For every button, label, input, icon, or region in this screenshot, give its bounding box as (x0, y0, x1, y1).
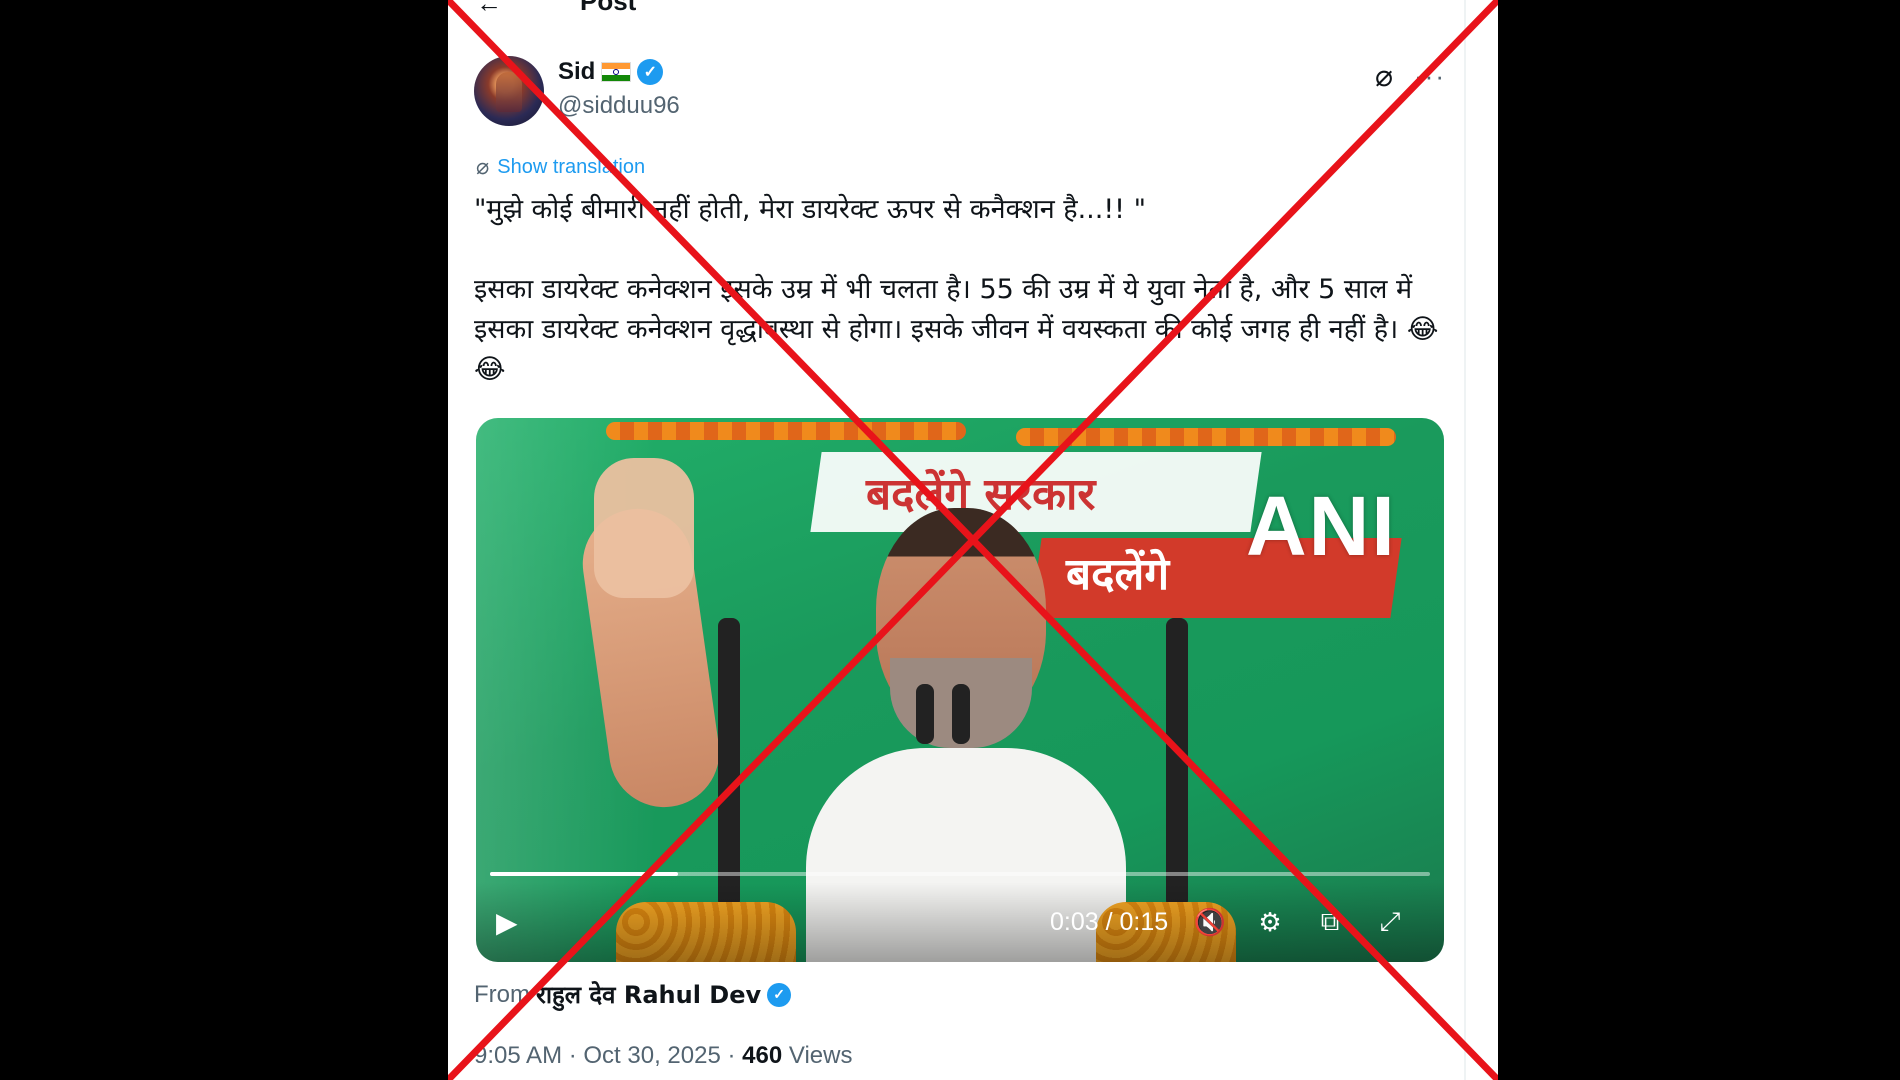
from-label: From (474, 980, 530, 1008)
video-player[interactable]: बदलेंगे सरकार बदलेंगे ANI ▶ 0:03 / 0:15 … (476, 418, 1444, 962)
mic-stand-left (718, 618, 740, 908)
mic-left (916, 684, 934, 744)
author-name[interactable]: Sid (558, 58, 595, 86)
verified-badge-icon: ✓ (637, 59, 664, 85)
avatar[interactable] (474, 56, 544, 126)
tweet-text: "मुझे कोई बीमारी नहीं होती, मेरा डायरेक्… (474, 190, 1454, 390)
author-handle[interactable]: @sidduu96 (558, 92, 680, 120)
settings-icon[interactable]: ⚙ (1252, 904, 1288, 940)
meta-separator: · (720, 1042, 743, 1069)
views-label: Views (788, 1042, 853, 1069)
garland-right (1016, 428, 1396, 446)
time-separator: / (1098, 908, 1120, 936)
more-dots-icon[interactable]: ··· (1410, 56, 1450, 96)
post-date[interactable]: Oct 30, 2025 (583, 1042, 720, 1069)
translation-label: Show translation (497, 155, 646, 178)
page-title: Post (580, 0, 637, 16)
raised-hand (594, 458, 694, 598)
fullscreen-icon[interactable]: ⤢ (1372, 904, 1408, 940)
pip-icon[interactable]: ⧉ (1312, 904, 1348, 940)
column-divider (1464, 0, 1466, 1080)
mic-right (952, 684, 970, 744)
grok-icon[interactable]: ⌀ (1364, 56, 1404, 96)
verified-badge-icon: ✓ (767, 982, 792, 1007)
mute-icon[interactable]: 🔇 (1192, 904, 1228, 940)
india-flag-icon (601, 62, 632, 82)
views-count: 460 (742, 1042, 783, 1069)
time-current: 0:03 (1050, 908, 1099, 936)
mic-stand-right (1166, 618, 1188, 908)
video-progress-fill (490, 872, 678, 876)
video-time: 0:03 / 0:15 (1050, 908, 1168, 937)
ani-watermark: ANI (1246, 479, 1397, 573)
post-meta: 9:05 AM · Oct 30, 2025 · 460 Views (474, 1042, 852, 1070)
post-card: ← Post Sid ✓ @sidduu96 ⌀ ··· ⌀ Show tran… (448, 0, 1498, 1080)
time-total: 0:15 (1119, 908, 1169, 936)
arrow-left-icon[interactable]: ← (476, 0, 502, 19)
video-attribution: From राहुल देव Rahul Dev ✓ (474, 978, 792, 1011)
meta-separator: · (562, 1042, 584, 1069)
garland-left (606, 422, 966, 440)
show-translation-link[interactable]: ⌀ Show translation (476, 154, 645, 180)
tweet-line-1: "मुझे कोई बीमारी नहीं होती, मेरा डायरेक्… (474, 194, 1146, 225)
play-icon[interactable]: ▶ (496, 906, 526, 938)
post-time[interactable]: 9:05 AM (474, 1042, 562, 1069)
translate-icon: ⌀ (476, 154, 490, 179)
video-controls-bar (476, 882, 1444, 962)
video-progress-bar[interactable] (490, 872, 1430, 876)
tweet-line-2: इसका डायरेक्ट कनेक्शन इसके उम्र में भी च… (474, 274, 1439, 385)
from-name[interactable]: राहुल देव Rahul Dev (536, 978, 761, 1011)
author-name-row[interactable]: Sid ✓ (558, 58, 664, 86)
